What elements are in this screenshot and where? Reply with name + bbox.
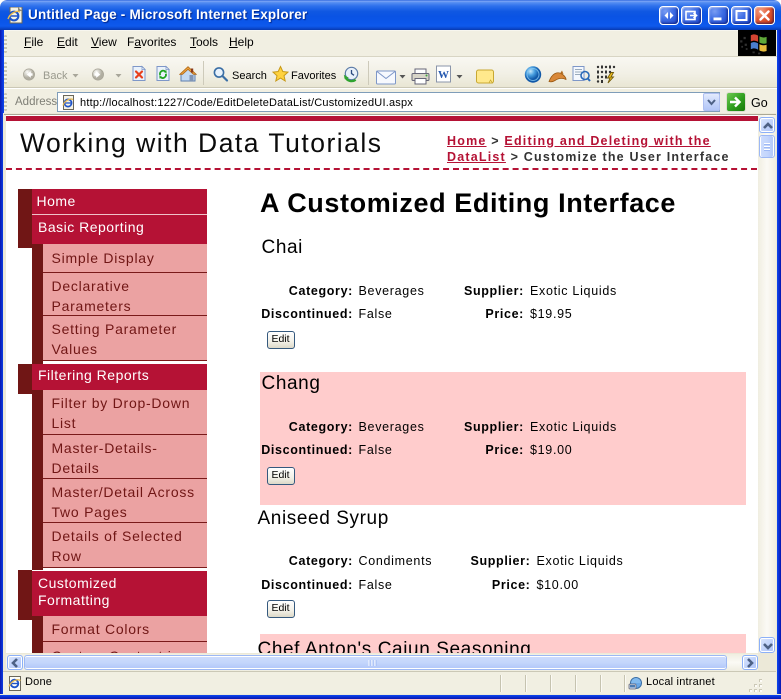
svg-text:W: W [438,69,449,81]
